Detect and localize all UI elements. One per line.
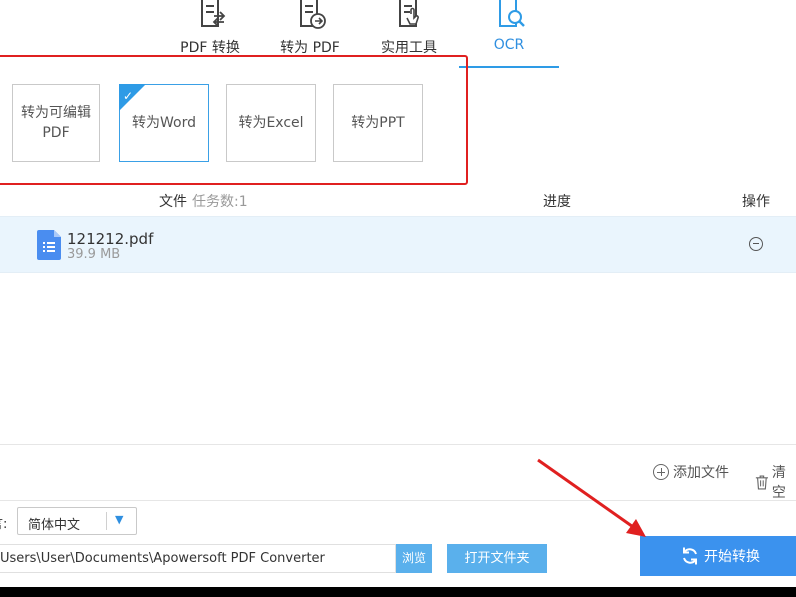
clear-button[interactable]: 清空 bbox=[755, 462, 796, 502]
tab-label: PDF 转换 bbox=[180, 40, 240, 56]
tab-ocr[interactable]: OCR bbox=[469, 0, 549, 66]
header-progress: 进度 bbox=[543, 194, 571, 210]
trash-icon bbox=[755, 474, 768, 490]
file-size: 39.9 MB bbox=[67, 247, 121, 262]
highlight-annotation-box bbox=[0, 55, 468, 185]
red-arrow-annotation bbox=[537, 458, 646, 537]
browse-label: 浏览 bbox=[401, 551, 426, 565]
output-path-field[interactable]: Users\User\Documents\Apowersoft PDF Conv… bbox=[0, 544, 396, 573]
language-label: 言: bbox=[0, 517, 8, 532]
pdf-convert-icon bbox=[201, 0, 226, 27]
chevron-down-icon: ▼ bbox=[115, 513, 124, 526]
tab-label: 转为 PDF bbox=[280, 40, 340, 56]
add-icon bbox=[653, 464, 669, 480]
divider bbox=[0, 500, 796, 501]
remove-file-icon[interactable] bbox=[749, 237, 763, 251]
add-file-label: 添加文件 bbox=[673, 465, 729, 481]
bottom-edge-bar bbox=[0, 587, 796, 597]
to-pdf-icon bbox=[300, 0, 326, 29]
output-path-value: Users\User\Documents\Apowersoft PDF Conv… bbox=[0, 551, 325, 566]
header-action: 操作 bbox=[742, 194, 770, 210]
add-file-button[interactable]: 添加文件 bbox=[653, 462, 729, 482]
tab-label: 实用工具 bbox=[381, 40, 437, 56]
start-convert-button[interactable]: 开始转换 bbox=[640, 536, 796, 576]
open-folder-label: 打开文件夹 bbox=[464, 551, 530, 566]
start-convert-label: 开始转换 bbox=[704, 549, 760, 565]
tools-icon bbox=[399, 0, 419, 27]
file-name: 121212.pdf bbox=[67, 230, 154, 248]
document-icon bbox=[37, 230, 61, 260]
file-list-header: 文件 任务数:1 进度 操作 bbox=[0, 186, 796, 216]
language-select[interactable]: 简体中文 ▼ bbox=[17, 507, 137, 535]
divider bbox=[0, 444, 796, 445]
table-row[interactable]: 121212.pdf 39.9 MB bbox=[0, 216, 796, 273]
active-tab-indicator bbox=[459, 66, 559, 68]
clear-label: 清空 bbox=[771, 465, 786, 501]
header-task-count: 任务数:1 bbox=[192, 194, 248, 210]
ocr-icon bbox=[499, 0, 525, 27]
browse-button[interactable]: 浏览 bbox=[396, 544, 432, 573]
select-separator bbox=[106, 512, 107, 530]
language-value: 简体中文 bbox=[28, 518, 81, 533]
header-file: 文件 bbox=[159, 194, 187, 210]
open-folder-button[interactable]: 打开文件夹 bbox=[447, 544, 547, 573]
tab-label: OCR bbox=[493, 37, 525, 53]
refresh-icon bbox=[683, 547, 697, 565]
